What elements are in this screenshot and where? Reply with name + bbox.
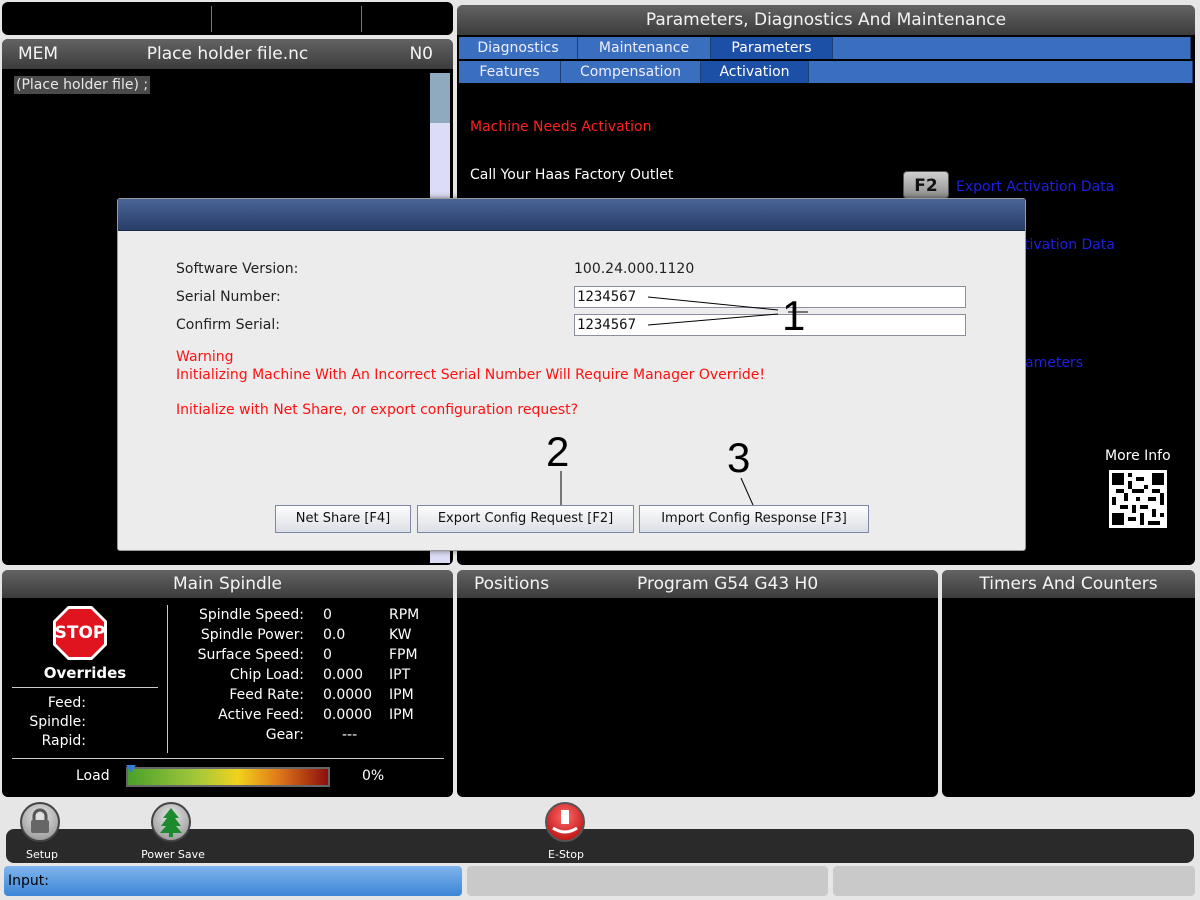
tab-parameters[interactable]: Parameters (711, 37, 833, 59)
load-meter-gradient (128, 769, 328, 785)
tab-compensation[interactable]: Compensation (561, 61, 701, 83)
spindle-readout-row: Active Feed: 0.0000 IPM (2, 705, 453, 725)
spindle-readout-value: 0.000 (323, 667, 364, 683)
status-bar (2, 2, 453, 35)
tab-diagnostics[interactable]: Diagnostics (459, 37, 578, 59)
tab-features[interactable]: Features (459, 61, 561, 83)
spindle-readout-label: Chip Load: (229, 667, 304, 683)
spindle-readout-unit: KW (389, 627, 412, 643)
tab-maintenance[interactable]: Maintenance (578, 37, 711, 59)
setup-lock-icon[interactable] (20, 802, 60, 842)
activation-dialog: Software Version: 100.24.000.1120 Serial… (117, 198, 1026, 551)
program-header: MEM Place holder file.nc N0 (2, 39, 453, 69)
spindle-readout-value: 0 (323, 607, 332, 623)
more-info-label: More Info (1105, 448, 1171, 464)
tab-row-2: Features Compensation Activation (459, 61, 1193, 83)
qr-code-icon[interactable] (1109, 470, 1167, 528)
spindle-readout-value: 0.0000 (323, 687, 372, 703)
spindle-readout-label: Surface Speed: (197, 647, 304, 663)
spindle-readout-unit: RPM (389, 607, 420, 623)
estop-label: E-Stop (548, 848, 584, 861)
load-divider (12, 758, 444, 759)
load-label: Load (76, 768, 110, 784)
program-line-number: N0 (409, 44, 433, 64)
power-save-label: Power Save (141, 848, 205, 861)
positions-program: Program G54 G43 H0 (637, 574, 819, 594)
spindle-readout-value: 0.0 (323, 627, 346, 643)
setup-label: Setup (25, 848, 59, 861)
load-value: 0% (362, 768, 385, 784)
spindle-readout-value: --- (342, 727, 358, 743)
spindle-readout-label: Feed Rate: (229, 687, 304, 703)
main-spindle-panel: Main Spindle STOP Overrides Feed: Spindl… (2, 570, 453, 797)
export-activation-data-link[interactable]: Export Activation Data (956, 179, 1114, 195)
estop-icon[interactable] (545, 802, 585, 842)
timers-title: Timers And Counters (942, 570, 1195, 598)
positions-panel: Positions Program G54 G43 H0 (457, 570, 938, 797)
tab-row-1-filler (833, 37, 1191, 59)
positions-header: Positions Program G54 G43 H0 (457, 570, 938, 598)
parameters-link[interactable]: ameters (1025, 355, 1083, 371)
load-meter (126, 765, 330, 787)
call-factory-outlet: Call Your Haas Factory Outlet (470, 167, 674, 183)
status-field-right (833, 866, 1195, 896)
f2-key[interactable]: F2 (903, 171, 949, 199)
power-save-tree-icon[interactable] (151, 802, 191, 842)
pdm-title: Parameters, Diagnostics And Maintenance (457, 5, 1195, 35)
spindle-readout-row: Feed Rate: 0.0000 IPM (2, 685, 453, 705)
spindle-readout-row: Spindle Speed: 0 RPM (2, 605, 453, 625)
status-divider (211, 6, 212, 32)
spindle-readout-label: Spindle Power: (200, 627, 304, 643)
spindle-readout-unit: FPM (389, 647, 418, 663)
spindle-readout-unit: IPT (389, 667, 411, 683)
callout-2: 2 (546, 428, 570, 475)
spindle-readout-label: Gear: (265, 727, 304, 743)
timers-panel: Timers And Counters (942, 570, 1195, 797)
tab-row-2-filler (809, 61, 1193, 83)
spindle-readout-unit: IPM (389, 707, 414, 723)
spindle-readout-unit: IPM (389, 687, 414, 703)
spindle-readout-label: Spindle Speed: (199, 607, 304, 623)
import-activation-data-link[interactable]: tivation Data (1024, 237, 1115, 253)
tab-activation[interactable]: Activation (701, 61, 809, 83)
load-marker-icon (126, 765, 136, 773)
spindle-readout-value: 0.0000 (323, 707, 372, 723)
spindle-readout-label: Active Feed: (218, 707, 304, 723)
spindle-readout-row: Surface Speed: 0 FPM (2, 645, 453, 665)
spindle-readout-row: Spindle Power: 0.0 KW (2, 625, 453, 645)
positions-title: Positions (474, 574, 550, 594)
input-field[interactable]: Input: (4, 866, 462, 896)
status-divider (361, 6, 362, 32)
program-code-line[interactable]: (Place holder file) ; (14, 76, 151, 94)
program-filename: Place holder file.nc (146, 44, 309, 64)
callout-1: 1 (782, 292, 806, 339)
callout-lines (560, 296, 808, 506)
spindle-readout-row: Chip Load: 0.000 IPT (2, 665, 453, 685)
machine-needs-activation: Machine Needs Activation (470, 119, 652, 135)
callout-3: 3 (727, 434, 751, 481)
scrollbar-thumb[interactable] (430, 73, 450, 123)
spindle-title: Main Spindle (2, 570, 453, 598)
status-field-middle (467, 866, 828, 896)
tab-row-1: Diagnostics Maintenance Parameters (459, 37, 1191, 59)
spindle-readout-row: Gear: --- (2, 725, 453, 745)
spindle-readout-value: 0 (323, 647, 332, 663)
